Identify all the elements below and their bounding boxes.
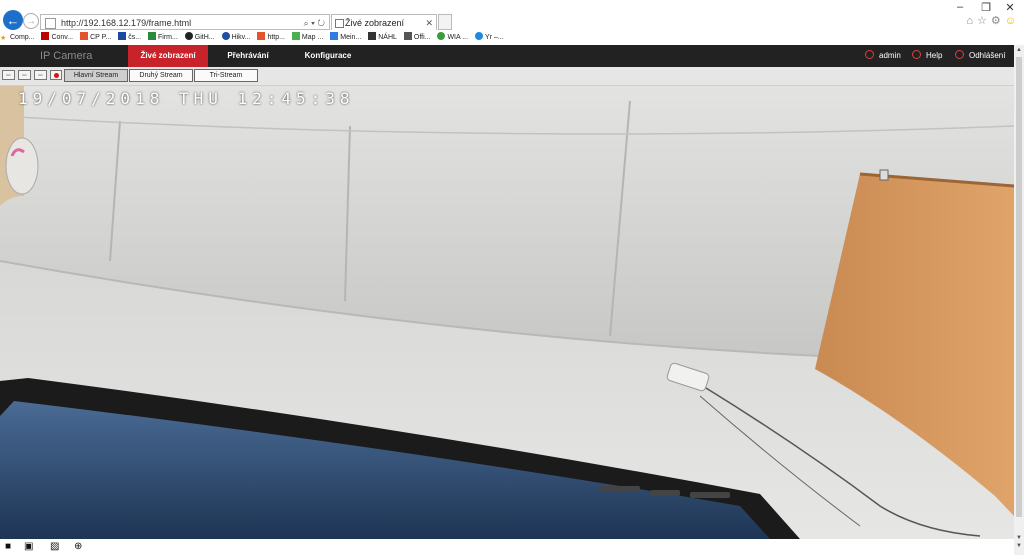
user-icon — [865, 50, 874, 59]
second-stream-button[interactable]: Druhý Stream — [129, 69, 193, 82]
favorite-item[interactable]: Map ... — [291, 31, 323, 44]
favicon-icon — [80, 32, 89, 40]
favorite-item[interactable]: NÁHL — [368, 31, 397, 44]
favorite-item[interactable]: CP P... — [80, 31, 111, 44]
logout-link[interactable]: Odhlášení — [955, 45, 1005, 67]
logout-icon — [955, 50, 964, 59]
favorite-item[interactable]: ★ Comp... — [0, 31, 35, 44]
favorites-star-icon: ★ — [0, 35, 7, 42]
favorite-item[interactable]: WIA ... — [437, 31, 468, 44]
favicon-icon — [147, 32, 156, 40]
favorite-item[interactable]: Mein... — [330, 31, 361, 44]
ie-toolbar-icons[interactable]: ⌂☆⚙☺ — [966, 14, 1020, 27]
tab-title: Živé zobrazení — [345, 18, 405, 28]
tab-close-icon[interactable]: ✕ — [425, 15, 433, 31]
back-arrow-icon: ← — [6, 12, 20, 28]
scroll-up-icon[interactable]: ▲ — [1015, 47, 1023, 53]
feedback-smiley-icon[interactable]: ☺ — [1005, 15, 1020, 27]
menu-playback[interactable]: Přehrávání — [218, 45, 278, 67]
restore-button[interactable]: ❐ — [976, 1, 996, 14]
favicon-icon — [257, 32, 266, 40]
page-icon — [45, 18, 56, 29]
snapshot-icon[interactable]: ▨ — [50, 542, 59, 552]
stop-icon[interactable]: ■ — [5, 542, 11, 552]
close-button[interactable]: ✕ — [1000, 1, 1020, 14]
favorite-item[interactable]: Yr –... — [475, 31, 504, 44]
favorite-item[interactable]: http... — [257, 31, 285, 44]
favorite-item[interactable]: Firm... — [147, 31, 178, 44]
address-url: http://192.168.12.179/frame.html — [61, 18, 192, 28]
layout-1x1-icon[interactable]: ▫▫ — [2, 70, 15, 80]
zoom-icon[interactable]: ⊕ — [74, 542, 82, 552]
user-name: admin — [879, 51, 901, 60]
new-tab-button[interactable] — [438, 14, 452, 30]
menu-configuration[interactable]: Konfigurace — [296, 45, 360, 67]
favicon-icon — [368, 32, 377, 40]
tab-page-icon — [335, 19, 344, 28]
favorites-bar: ★ Comp... Conv... CP P... čs... Firm... G… — [0, 31, 1024, 44]
osd-timestamp: 19/07/2018 THU 12:45:38 — [18, 89, 355, 108]
favicon-icon — [475, 32, 484, 40]
favicon-icon — [403, 32, 412, 40]
forward-button[interactable]: → — [23, 13, 39, 29]
minimize-button[interactable]: – — [950, 1, 970, 13]
address-tools-icons[interactable]: ⌕ ▾ ↻ — [304, 15, 325, 31]
favicon-icon — [291, 32, 300, 40]
favorite-item[interactable]: Hikv... — [221, 31, 251, 44]
favorite-item[interactable]: GitH... — [184, 31, 215, 44]
main-stream-button[interactable]: Hlavní Stream — [64, 69, 128, 82]
favicon-icon — [118, 32, 127, 40]
scroll-corner-icon[interactable]: ▼ — [1014, 543, 1024, 555]
layout-3x3-icon[interactable]: ▫▫ — [34, 70, 47, 80]
favorite-item[interactable]: Offi... — [403, 31, 431, 44]
back-button[interactable]: ← — [3, 10, 23, 30]
help-icon — [912, 50, 921, 59]
favorites-star-icon[interactable]: ☆ — [977, 15, 991, 27]
layout-2x2-icon[interactable]: ▫▫ — [18, 70, 31, 80]
vertical-scrollbar[interactable]: ▲ ▼ — [1014, 45, 1024, 543]
scroll-down-icon[interactable]: ▼ — [1015, 535, 1023, 541]
favicon-icon — [437, 32, 446, 40]
forward-arrow-icon: → — [26, 15, 36, 27]
favorite-item[interactable]: čs... — [118, 31, 141, 44]
app-header: IP Camera Živé zobrazení Přehrávání Konf… — [0, 45, 1014, 67]
github-icon — [184, 32, 193, 40]
menu-live-view[interactable]: Živé zobrazení — [128, 45, 208, 67]
settings-gear-icon[interactable]: ⚙ — [991, 15, 1005, 27]
camera-frame — [0, 86, 1014, 539]
logout-label: Odhlášení — [969, 51, 1006, 60]
favicon-icon — [41, 32, 50, 40]
help-label: Help — [926, 51, 943, 60]
favicon-icon — [330, 32, 339, 40]
browser-toolbar: ← → http://192.168.12.179/frame.html ⌕ ▾… — [0, 0, 1024, 30]
record-icon[interactable] — [50, 70, 62, 80]
browser-tab[interactable]: Živé zobrazení ✕ — [331, 14, 437, 30]
favicon-icon — [221, 32, 230, 40]
video-control-bar: ■ ▣ ▨ ⊕ — [0, 539, 1014, 555]
home-icon[interactable]: ⌂ — [966, 15, 977, 27]
brand-title: IP Camera — [40, 50, 93, 62]
user-menu[interactable]: admin — [865, 45, 901, 67]
record-video-icon[interactable]: ▣ — [24, 542, 33, 552]
address-bar[interactable]: http://192.168.12.179/frame.html ⌕ ▾ ↻ — [40, 14, 330, 30]
favorite-item[interactable]: Conv... — [41, 31, 73, 44]
live-video[interactable]: 19/07/2018 THU 12:45:38 — [0, 86, 1014, 539]
third-stream-button[interactable]: Tri-Stream — [194, 69, 258, 82]
help-link[interactable]: Help — [912, 45, 942, 67]
scroll-thumb[interactable] — [1016, 57, 1022, 517]
stream-toolbar: ▫▫ ▫▫ ▫▫ Hlavní Stream Druhý Stream Tri-… — [0, 67, 1014, 86]
